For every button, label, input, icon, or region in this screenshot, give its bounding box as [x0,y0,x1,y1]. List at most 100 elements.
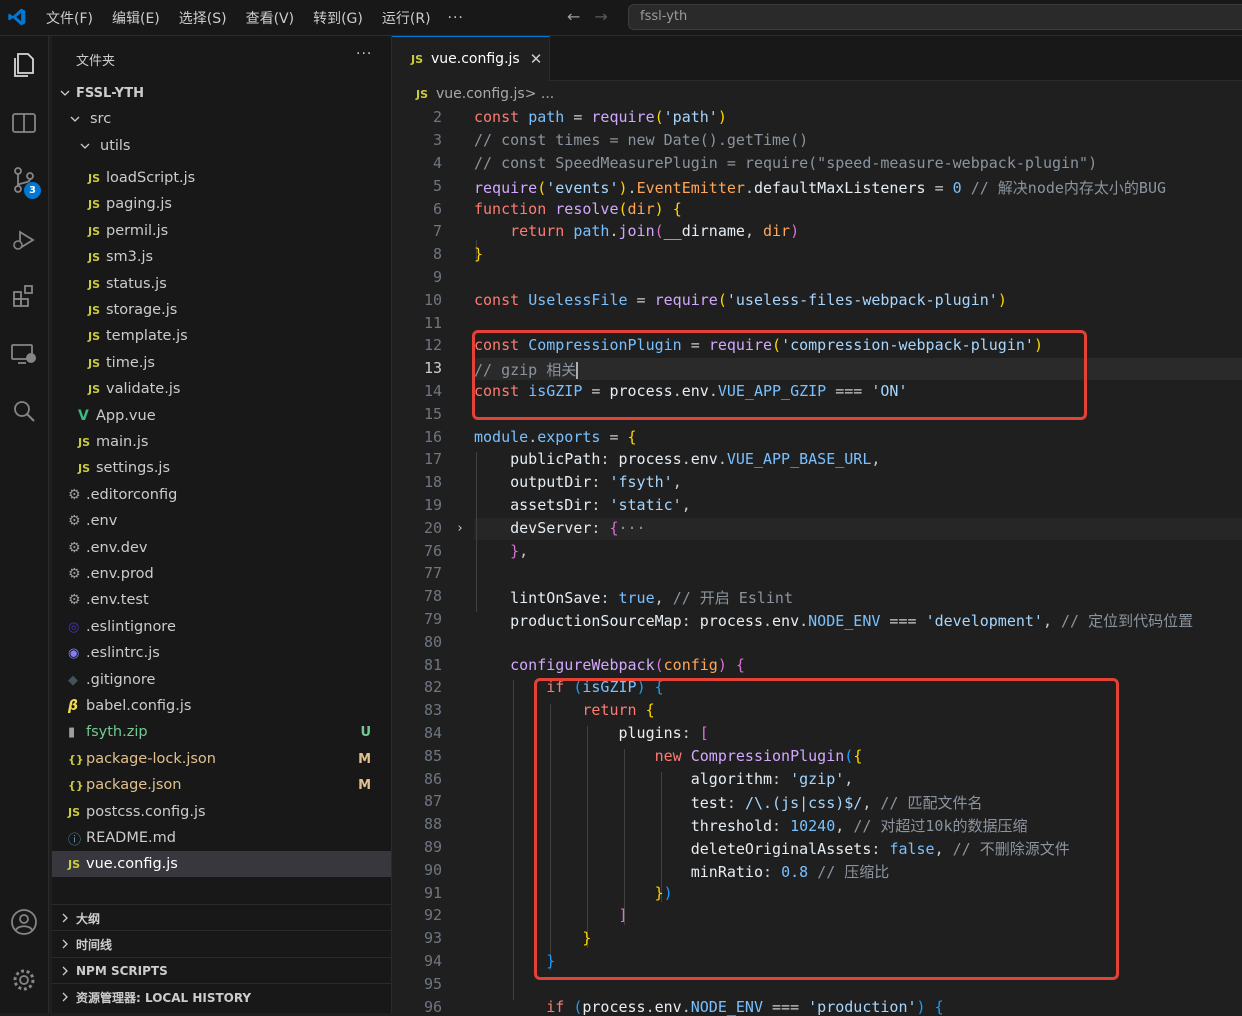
line-number: 82 [423,678,442,696]
explorer-more-icon[interactable]: ··· [356,46,372,62]
line-number: 5 [432,177,442,195]
line-number: 15 [423,405,442,423]
section-label: 资源管理器: LOCAL HISTORY [76,990,252,1005]
vue-file-icon: V [78,408,89,424]
extensions-icon[interactable] [0,276,48,316]
search-icon[interactable] [0,391,48,431]
tree-root[interactable]: FSSL-YTH [52,80,391,106]
breadcrumb-more[interactable]: > ... [525,86,555,102]
line-number: 93 [423,929,442,947]
file-row[interactable]: JS permil.js [52,218,391,244]
file-row-selected[interactable]: JS vue.config.js [52,851,391,877]
source-control-icon[interactable]: 3 [0,160,48,200]
menu-run[interactable]: 运行(R) [382,8,431,28]
line-number: 3 [432,131,442,149]
close-icon[interactable]: ✕ [530,50,543,68]
file-row[interactable]: ⚙ .env.prod [52,561,391,587]
file-row[interactable]: JS template.js [52,323,391,349]
code-line: } [474,245,484,263]
line-number: 95 [423,975,442,993]
menu-selection[interactable]: 选择(S) [179,8,227,28]
folder-utils[interactable]: utils [52,133,391,159]
file-row[interactable]: JS settings.js [52,455,391,481]
file-row[interactable]: JS main.js [52,429,391,455]
line-number: 85 [423,747,442,765]
menu-go[interactable]: 转到(G) [313,8,363,28]
file-row[interactable]: β babel.config.js [52,693,391,719]
file-row[interactable]: {} package.json M [52,772,391,798]
file-row[interactable]: JS storage.js [52,297,391,323]
settings-gear-icon[interactable] [0,960,48,1000]
explorer-icon[interactable] [0,44,48,84]
section-npm-scripts[interactable]: NPM SCRIPTS [52,957,391,984]
file-row[interactable]: ◆ .gitignore [52,667,391,693]
highlight-box-gzip-config [472,330,1087,420]
highlight-box-compression-plugin [534,678,1119,980]
account-icon[interactable] [0,902,48,942]
gear-icon: ⚙ [68,487,81,503]
file-row[interactable]: JS paging.js [52,191,391,217]
folder-src[interactable]: src [52,106,391,132]
section-local-history[interactable]: 资源管理器: LOCAL HISTORY [52,983,391,1010]
code-line: const UselessFile = require('useless-fil… [474,291,1007,309]
menu-more-icon[interactable]: ··· [448,10,464,26]
line-number: 90 [423,861,442,879]
file-row[interactable]: ⓘ README.md [52,825,391,851]
file-row[interactable]: ⚙ .env [52,508,391,534]
section-timeline[interactable]: 时间线 [52,930,391,957]
file-row[interactable]: ⚙ .env.dev [52,535,391,561]
javascript-file-icon: JS [78,461,91,475]
section-outline[interactable]: 大纲 [52,904,391,931]
json-file-icon: {} [68,778,84,792]
line-number: 16 [423,428,442,446]
javascript-file-icon: JS [411,52,424,66]
file-row[interactable]: ◎ .eslintignore [52,614,391,640]
file-row[interactable]: JS postcss.config.js [52,799,391,825]
root-folder-label: FSSL-YTH [76,85,144,101]
chevron-right-icon[interactable]: › [456,521,464,536]
menu-edit[interactable]: 编辑(E) [112,8,160,28]
line-number: 8 [432,245,442,263]
code-line: productionSourceMap: process.env.NODE_EN… [510,612,1194,630]
file-row[interactable]: JS validate.js [52,376,391,402]
code-line: configureWebpack(config) { [510,656,745,674]
explorer-title: 文件夹 [76,54,116,69]
section-label: 时间线 [76,937,113,952]
gear-icon: ⚙ [68,513,81,529]
file-label: .eslintignore [86,619,176,635]
line-number: 10 [423,291,442,309]
line-number: 81 [423,656,442,674]
line-number: 12 [423,336,442,354]
file-label: time.js [106,355,155,371]
breadcrumb-file[interactable]: vue.config.js [436,86,525,102]
javascript-file-icon: JS [88,171,101,185]
menu-view[interactable]: 查看(V) [246,8,295,28]
command-center-search[interactable]: fssl-yth [628,4,1242,30]
file-row[interactable]: {} package-lock.json M [52,746,391,772]
menu-file[interactable]: 文件(F) [46,8,93,28]
file-row[interactable]: ⚙ .env.test [52,587,391,613]
file-row[interactable]: JS status.js [52,271,391,297]
code-line: return path.join(__dirname, dir) [510,222,800,240]
forward-arrow-icon[interactable]: → [594,7,607,26]
file-row[interactable]: JS time.js [52,350,391,376]
tab-vue-config[interactable]: JS vue.config.js ✕ [392,36,550,81]
file-label: status.js [106,276,167,292]
file-label: settings.js [96,460,171,476]
file-row[interactable]: JS sm3.js [52,244,391,270]
vscode-logo-icon[interactable] [7,7,27,27]
file-row[interactable]: V App.vue [52,403,391,429]
file-row[interactable]: ▮ fsyth.zip U [52,719,391,745]
file-row[interactable]: ◉ .eslintrc.js [52,640,391,666]
book-icon[interactable] [0,103,48,143]
scm-badge: 3 [24,182,41,199]
file-label: loadScript.js [106,170,196,186]
remote-explorer-icon[interactable] [0,334,48,374]
file-row[interactable]: ⚙ .editorconfig [52,482,391,508]
code-line: assetsDir: 'static', [510,496,691,514]
file-row[interactable]: JS loadScript.js [52,165,391,191]
run-debug-icon[interactable] [0,220,48,260]
back-arrow-icon[interactable]: ← [567,7,580,26]
line-number: 80 [423,633,442,651]
json-file-icon: {} [68,752,84,766]
